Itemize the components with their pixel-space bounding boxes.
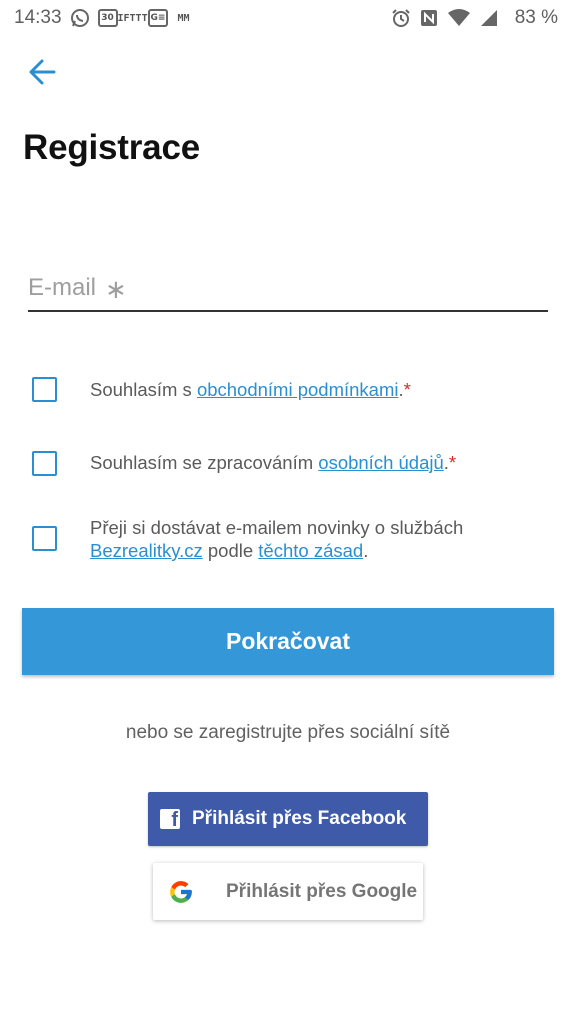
gmail-icon: G≡ xyxy=(147,9,169,27)
ifttt-icon: IFTTT xyxy=(117,12,148,24)
consent-newsletter: Přeji si dostávat e-mailem novinky o slu… xyxy=(32,516,552,562)
personal-data-text: Souhlasím se zpracováním osobních údajů.… xyxy=(90,451,456,474)
newsletter-checkbox[interactable] xyxy=(32,526,57,551)
google-login-label: Přihlásit přes Google xyxy=(226,880,418,902)
calendar-icon: 30 xyxy=(97,9,118,27)
status-left: 14:33 30 IFTTT G≡ MM xyxy=(14,7,190,29)
alarm-icon xyxy=(391,8,411,28)
facebook-login-button[interactable]: f Přihlásit přes Facebook xyxy=(148,792,428,846)
continue-button[interactable]: Pokračovat xyxy=(22,608,554,675)
email-field: ∗ xyxy=(28,266,548,312)
terms-required-mark: * xyxy=(403,379,411,400)
terms-text: Souhlasím s obchodními podmínkami.* xyxy=(90,378,411,401)
page-title: Registrace xyxy=(23,128,200,167)
facebook-icon: f xyxy=(160,809,180,829)
back-button[interactable] xyxy=(20,52,64,92)
terms-checkbox[interactable] xyxy=(32,377,57,402)
google-login-button[interactable]: Přihlásit přes Google xyxy=(153,863,423,920)
status-bar: 14:33 30 IFTTT G≡ MM 83 % xyxy=(0,0,576,36)
policy-link[interactable]: těchto zásad xyxy=(258,540,363,561)
google-icon xyxy=(168,879,194,905)
consent-terms: Souhlasím s obchodními podmínkami.* xyxy=(32,377,552,402)
bezrealitky-link[interactable]: Bezrealitky.cz xyxy=(90,540,203,561)
email-input[interactable] xyxy=(28,266,548,310)
terms-prefix: Souhlasím s xyxy=(90,379,197,400)
personal-data-link[interactable]: osobních údajů xyxy=(318,452,444,473)
nfc-icon xyxy=(419,8,439,28)
status-time: 14:33 xyxy=(14,7,62,28)
battery-level: 83 % xyxy=(514,7,558,28)
newsletter-text: Přeji si dostávat e-mailem novinky o slu… xyxy=(90,516,463,562)
whatsapp-icon xyxy=(70,8,90,28)
social-caption: nebo se zaregistrujte přes sociální sítě xyxy=(125,722,451,743)
newsletter-middle: podle xyxy=(202,540,259,561)
status-right: 83 % xyxy=(391,7,558,29)
facebook-login-label: Přihlásit přes Facebook xyxy=(192,808,407,829)
personal-data-required-mark: * xyxy=(448,452,457,473)
consent-personal-data: Souhlasím se zpracováním osobních údajů.… xyxy=(32,451,552,476)
terms-link[interactable]: obchodními podmínkami xyxy=(197,379,399,400)
personal-data-checkbox[interactable] xyxy=(32,451,57,476)
signal-icon xyxy=(479,8,499,28)
wifi-icon xyxy=(447,8,471,28)
newsletter-line1: Přeji si dostávat e-mailem novinky o slu… xyxy=(90,517,464,538)
mm-app-icon: MM xyxy=(177,12,190,24)
newsletter-suffix: . xyxy=(363,540,369,561)
personal-data-prefix: Souhlasím se zpracováním xyxy=(90,452,319,473)
arrow-left-icon xyxy=(29,59,56,85)
